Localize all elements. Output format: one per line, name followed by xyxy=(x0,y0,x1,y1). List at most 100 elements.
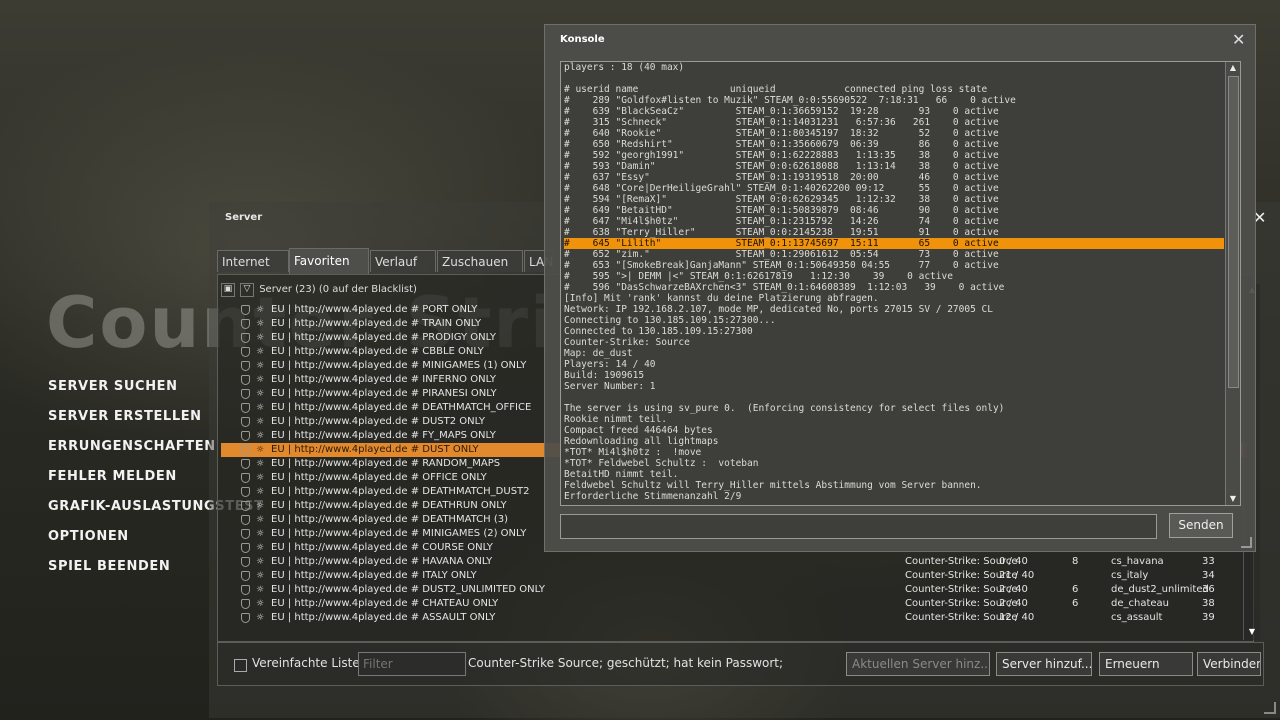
server-name: EU | http://www.4played.de # ITALY ONLY xyxy=(271,570,477,581)
table-row[interactable]: ☼ EU | http://www.4played.de # ASSAULT ON… xyxy=(221,611,1247,625)
server-players: 0 / 40 xyxy=(999,556,1028,567)
send-button[interactable]: Senden xyxy=(1169,513,1233,538)
server-name: EU | http://www.4played.de # MINIGAMES (… xyxy=(271,528,527,539)
lock-icon: ▣ xyxy=(221,283,235,297)
console-line: # 639 "BlackSeaCz" STEAM_0:1:36659152 19… xyxy=(564,106,999,117)
secure-icon: ☼ xyxy=(256,319,265,329)
server-players: 2 / 40 xyxy=(999,584,1028,595)
resize-grip-icon[interactable] xyxy=(1241,537,1252,548)
secure-icon: ☼ xyxy=(256,571,265,581)
table-row[interactable]: ☼ EU | http://www.4played.de # DUST2_UNLI… xyxy=(221,583,1247,597)
console-line: # 650 "Redshirt" STEAM_0:1:35660679 06:3… xyxy=(564,139,999,150)
console-line: # 315 "Schneck" STEAM_0:1:14031231 6:57:… xyxy=(564,117,999,128)
console-line: # 645 "Lilith" STEAM_0:1:13745697 15:11 … xyxy=(564,238,1224,249)
tab-spectate[interactable]: Zuschauen xyxy=(437,250,523,272)
console-line: Server Number: 1 xyxy=(564,381,656,392)
table-row[interactable]: ☼ EU | http://www.4played.de # HAVANA ONL… xyxy=(221,555,1247,569)
shield-icon xyxy=(241,501,250,511)
server-ping: 39 xyxy=(1202,612,1215,623)
secure-icon: ☼ xyxy=(256,389,265,399)
server-name: EU | http://www.4played.de # DEATHRUN ON… xyxy=(271,500,507,511)
console-line: [Info] Mit 'rank' kannst du deine Platzi… xyxy=(564,293,879,304)
secure-icon: ☼ xyxy=(256,613,265,623)
console-line: # 593 "Damin" STEAM_0:0:62618088 1:13:14… xyxy=(564,161,999,172)
console-line: Feldwebel Schultz will Terry_Hiller mitt… xyxy=(564,480,982,491)
tab-favorites[interactable]: Favoriten xyxy=(289,248,369,274)
secure-icon: ☼ xyxy=(256,585,265,595)
secure-icon: ☼ xyxy=(256,599,265,609)
add-server-button[interactable]: Server hinzuf... xyxy=(996,652,1092,676)
server-name: EU | http://www.4played.de # RANDOM_MAPS xyxy=(271,458,501,469)
shield-icon xyxy=(241,459,250,469)
server-name: EU | http://www.4played.de # OFFICE ONLY xyxy=(271,472,487,483)
shield-icon xyxy=(241,431,250,441)
console-input[interactable] xyxy=(560,514,1157,539)
server-name: EU | http://www.4played.de # DUST2 ONLY xyxy=(271,416,485,427)
console-line: # 592 "georgh1991" STEAM_0:1:62228883 1:… xyxy=(564,150,999,161)
secure-icon: ☼ xyxy=(256,445,265,455)
server-count-label: Server (23) (0 auf der Blacklist) xyxy=(259,284,417,295)
close-icon[interactable]: ✕ xyxy=(1232,30,1245,49)
console-scrollbar[interactable]: ▲ ▼ xyxy=(1225,62,1240,505)
server-list-header[interactable]: ▣ ▽ Server (23) (0 auf der Blacklist) xyxy=(218,282,558,298)
secure-icon: ☼ xyxy=(256,375,265,385)
console-line: # 596 "DasSchwarzeBAXrchen<3" STEAM_0:1:… xyxy=(564,282,1005,293)
refresh-button[interactable]: Erneuern xyxy=(1099,652,1193,676)
secure-icon: ☼ xyxy=(256,459,265,469)
console-line: # userid name uniqueid connected ping lo… xyxy=(564,84,988,95)
resize-grip-icon[interactable] xyxy=(1264,702,1276,714)
filter-input[interactable] xyxy=(358,652,466,676)
scroll-up-icon[interactable]: ▲ xyxy=(1227,62,1239,74)
add-current-server-button[interactable]: Aktuellen Server hinz... xyxy=(846,652,990,676)
console-line: # 595 ">| DEMM |<" STEAM_0:1:62617819 1:… xyxy=(564,271,953,282)
shield-icon xyxy=(241,599,250,609)
server-map: cs_italy xyxy=(1111,570,1149,581)
scroll-down-icon[interactable]: ▼ xyxy=(1227,493,1239,505)
console-line: # 640 "Rookie" STEAM_0:1:80345197 18:32 … xyxy=(564,128,999,139)
shield-icon xyxy=(241,515,250,525)
shield-icon xyxy=(241,375,250,385)
console-line: Build: 1909615 xyxy=(564,370,645,381)
server-browser-toolbar: Vereinfachte Liste Counter-Strike Source… xyxy=(217,642,1264,686)
shield-icon xyxy=(241,361,250,371)
table-row[interactable]: ☼ EU | http://www.4played.de # ITALY ONLY… xyxy=(221,569,1247,583)
console-line: # 289 "Goldfox#listen to Muzik" STEAM_0:… xyxy=(564,95,1016,106)
console-line: Connected to 130.185.109.15:27300 xyxy=(564,326,753,337)
console-line: *TOT* Feldwebel Schultz : voteban xyxy=(564,458,759,469)
secure-icon: ☼ xyxy=(256,333,265,343)
shield-icon xyxy=(241,333,250,343)
server-ping: 38 xyxy=(1202,598,1215,609)
console-log: players : 18 (40 max) # userid name uniqu… xyxy=(564,62,1224,502)
console-scroll-thumb[interactable] xyxy=(1228,76,1239,388)
console-output: players : 18 (40 max) # userid name uniqu… xyxy=(560,61,1241,506)
secure-icon: ☼ xyxy=(256,515,265,525)
tab-internet[interactable]: Internet xyxy=(217,250,289,272)
scroll-down-icon[interactable]: ▼ xyxy=(1246,626,1258,638)
secure-icon: ☼ xyxy=(256,543,265,553)
secure-icon: ☼ xyxy=(256,403,265,413)
shield-icon xyxy=(241,389,250,399)
server-name: EU | http://www.4played.de # COURSE ONLY xyxy=(271,542,493,553)
console-line: Connecting to 130.185.109.15:27300... xyxy=(564,315,776,326)
server-name: EU | http://www.4played.de # DEATHMATCH_… xyxy=(271,402,532,413)
shield-icon xyxy=(241,445,250,455)
server-map: cs_havana xyxy=(1111,556,1164,567)
console-line: # 652 "zim." STEAM_0:1:29061612 05:54 73… xyxy=(564,249,999,260)
shield-icon xyxy=(241,347,250,357)
tab-history[interactable]: Verlauf xyxy=(370,250,436,272)
secure-icon: ☼ xyxy=(256,501,265,511)
server-browser-title: Server xyxy=(225,212,263,223)
console-line: # 653 "[SmokeBreak]GanjaMann" STEAM_0:1:… xyxy=(564,260,999,271)
server-name: EU | http://www.4played.de # PIRANESI ON… xyxy=(271,388,497,399)
server-name: EU | http://www.4played.de # DEATHMATCH_… xyxy=(271,486,530,497)
server-name: EU | http://www.4played.de # CBBLE ONLY xyxy=(271,346,484,357)
shield-icon xyxy=(241,487,250,497)
simple-list-checkbox[interactable] xyxy=(234,659,247,672)
server-name: EU | http://www.4played.de # HAVANA ONLY xyxy=(271,556,493,567)
console-title: Konsole xyxy=(560,34,605,45)
table-row[interactable]: ☼ EU | http://www.4played.de # CHATEAU ON… xyxy=(221,597,1247,611)
connect-button[interactable]: Verbinden xyxy=(1197,652,1261,676)
server-ping: 36 xyxy=(1202,584,1215,595)
server-map: de_chateau xyxy=(1111,598,1170,609)
